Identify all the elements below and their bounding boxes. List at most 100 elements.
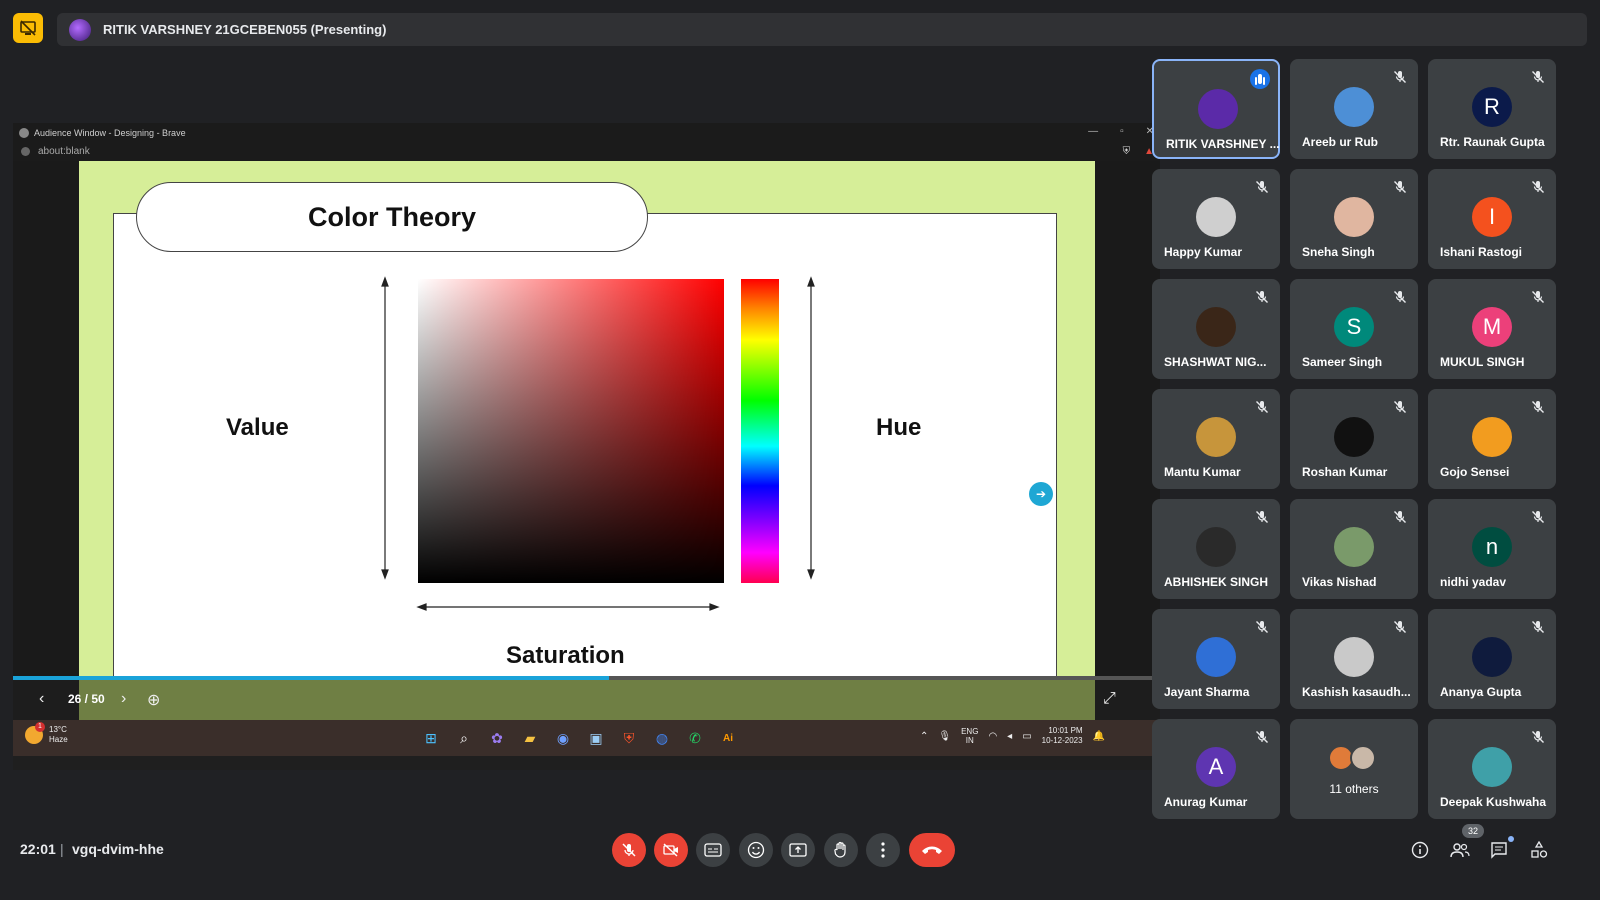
participant-tile[interactable]: Vikas Nishad [1290, 499, 1418, 599]
address-text: about:blank [38, 146, 90, 157]
participant-name: RITIK VARSHNEY ... [1166, 137, 1280, 151]
edge-copilot-icon[interactable]: ◉ [551, 726, 575, 750]
participant-tile[interactable]: M MUKUL SINGH [1428, 279, 1556, 379]
chat-icon[interactable] [1487, 838, 1511, 862]
participant-name: Ishani Rastogi [1440, 245, 1523, 259]
windows-start-icon[interactable]: ⊞ [419, 726, 443, 750]
participant-tile[interactable]: Gojo Sensei [1428, 389, 1556, 489]
captions-icon [704, 843, 722, 857]
participant-avatar [1472, 747, 1512, 787]
battery-icon[interactable]: ▭ [1022, 731, 1031, 742]
participant-name: Roshan Kumar [1302, 465, 1388, 479]
notification-bell-icon[interactable]: 🔔 [1093, 731, 1105, 742]
weather-condition: Haze [49, 735, 68, 744]
activities-icon[interactable] [1527, 838, 1551, 862]
participant-tile[interactable]: S Sameer Singh [1290, 279, 1418, 379]
weather-widget[interactable]: 1 13°C Haze [25, 722, 68, 745]
address-bar[interactable]: about:blank ⛨ ▲ [13, 142, 1160, 161]
participant-tile[interactable]: Happy Kumar [1152, 169, 1280, 269]
meeting-details-icon[interactable] [1408, 838, 1432, 862]
participant-name: Deepak Kushwaha [1440, 795, 1547, 809]
participant-name: Vikas Nishad [1302, 575, 1377, 589]
people-icon[interactable] [1448, 838, 1472, 862]
muted-mic-icon [1254, 179, 1270, 195]
system-tray: ⌃ 🎙 ENG IN ◠ ◂ ▭ 10:01 PM 10-12-2023 🔔 [920, 726, 1105, 746]
microphone-off-button[interactable] [612, 833, 646, 867]
hand-icon [834, 841, 846, 858]
brave-browser-icon[interactable]: ⛨ [617, 726, 641, 750]
search-icon[interactable]: ⌕ [452, 726, 476, 750]
speaking-indicator-icon [1250, 69, 1270, 89]
participant-tile[interactable]: Jayant Sharma [1152, 609, 1280, 709]
language-indicator[interactable]: ENG IN [961, 727, 978, 745]
participant-avatar [1196, 417, 1236, 457]
presenter-avatar [69, 18, 91, 41]
wifi-icon[interactable]: ◠ [988, 731, 997, 742]
participant-avatar [1334, 637, 1374, 677]
participant-name: Happy Kumar [1164, 245, 1243, 259]
file-explorer-icon[interactable]: ▰ [518, 726, 542, 750]
muted-mic-icon [1254, 729, 1270, 745]
next-slide-hint-icon[interactable]: ➔ [1029, 482, 1053, 506]
system-clock[interactable]: 10:01 PM 10-12-2023 [1042, 726, 1083, 746]
participant-tile[interactable]: n nidhi yadav [1428, 499, 1556, 599]
participant-tile[interactable]: Ananya Gupta [1428, 609, 1556, 709]
whatsapp-icon[interactable]: ✆ [683, 726, 707, 750]
participant-tile[interactable]: Kashish kasaudh... [1290, 609, 1418, 709]
microphone-tray-icon[interactable]: 🎙 [938, 731, 951, 742]
participant-tile[interactable]: SHASHWAT NIG... [1152, 279, 1280, 379]
participant-name: Ananya Gupta [1440, 685, 1522, 699]
minimize-icon[interactable]: — [1088, 126, 1098, 137]
next-slide-icon[interactable]: › [121, 690, 126, 708]
illustrator-icon[interactable]: Ai [716, 726, 740, 750]
maximize-icon[interactable]: ▫ [1120, 126, 1124, 137]
muted-mic-icon [1254, 619, 1270, 635]
tray-chevron-icon[interactable]: ⌃ [920, 731, 928, 742]
widgets-icon[interactable]: ✿ [485, 726, 509, 750]
muted-mic-icon [1530, 729, 1546, 745]
brave-shield-icon[interactable]: ⛨ [1123, 146, 1131, 157]
raise-hand-button[interactable] [824, 833, 858, 867]
participant-name: Jayant Sharma [1164, 685, 1250, 699]
site-info-icon[interactable] [21, 147, 30, 156]
reactions-button[interactable] [739, 833, 773, 867]
participant-tile[interactable]: RITIK VARSHNEY ... [1152, 59, 1280, 159]
stop-presenting-icon[interactable] [13, 13, 43, 43]
participant-tile[interactable]: I Ishani Rastogi [1428, 169, 1556, 269]
participant-tile[interactable]: Roshan Kumar [1290, 389, 1418, 489]
volume-icon[interactable]: ◂ [1007, 731, 1012, 742]
captions-button[interactable] [696, 833, 730, 867]
participant-tile[interactable]: Sneha Singh [1290, 169, 1418, 269]
photos-icon[interactable]: ▣ [584, 726, 608, 750]
participant-avatar: I [1472, 197, 1512, 237]
participant-name: Kashish kasaudh... [1302, 685, 1411, 699]
muted-mic-icon [1254, 509, 1270, 525]
participant-tile[interactable]: Mantu Kumar [1152, 389, 1280, 489]
participant-tile[interactable]: Areeb ur Rub [1290, 59, 1418, 159]
participant-avatar: S [1334, 307, 1374, 347]
muted-mic-icon [1392, 289, 1408, 305]
present-screen-button[interactable] [781, 833, 815, 867]
window-title: Audience Window - Designing - Brave [34, 127, 186, 138]
participant-tile[interactable]: Deepak Kushwaha [1428, 719, 1556, 819]
participant-avatar [1334, 527, 1374, 567]
chrome-icon[interactable]: ◍ [650, 726, 674, 750]
participant-tile[interactable]: ABHISHEK SINGH [1152, 499, 1280, 599]
zoom-icon[interactable]: ⊕ [147, 690, 160, 710]
participant-tile[interactable]: A Anurag Kumar [1152, 719, 1280, 819]
prev-slide-icon[interactable]: ‹ [39, 690, 44, 708]
muted-mic-icon [1530, 179, 1546, 195]
participant-avatar [1334, 417, 1374, 457]
chat-notification-dot [1508, 836, 1514, 842]
muted-mic-icon [1392, 509, 1408, 525]
participant-tile[interactable]: 11 others [1290, 719, 1418, 819]
participant-avatar: R [1472, 87, 1512, 127]
weather-icon: 1 [25, 722, 45, 744]
brave-logo-icon [19, 127, 29, 138]
participant-tile[interactable]: R Rtr. Raunak Gupta [1428, 59, 1556, 159]
leave-call-button[interactable] [909, 833, 955, 867]
more-options-button[interactable] [866, 833, 900, 867]
temperature: 13°C [49, 725, 67, 734]
fullscreen-icon[interactable]: ⤢ [1103, 690, 1116, 708]
camera-off-button[interactable] [654, 833, 688, 867]
